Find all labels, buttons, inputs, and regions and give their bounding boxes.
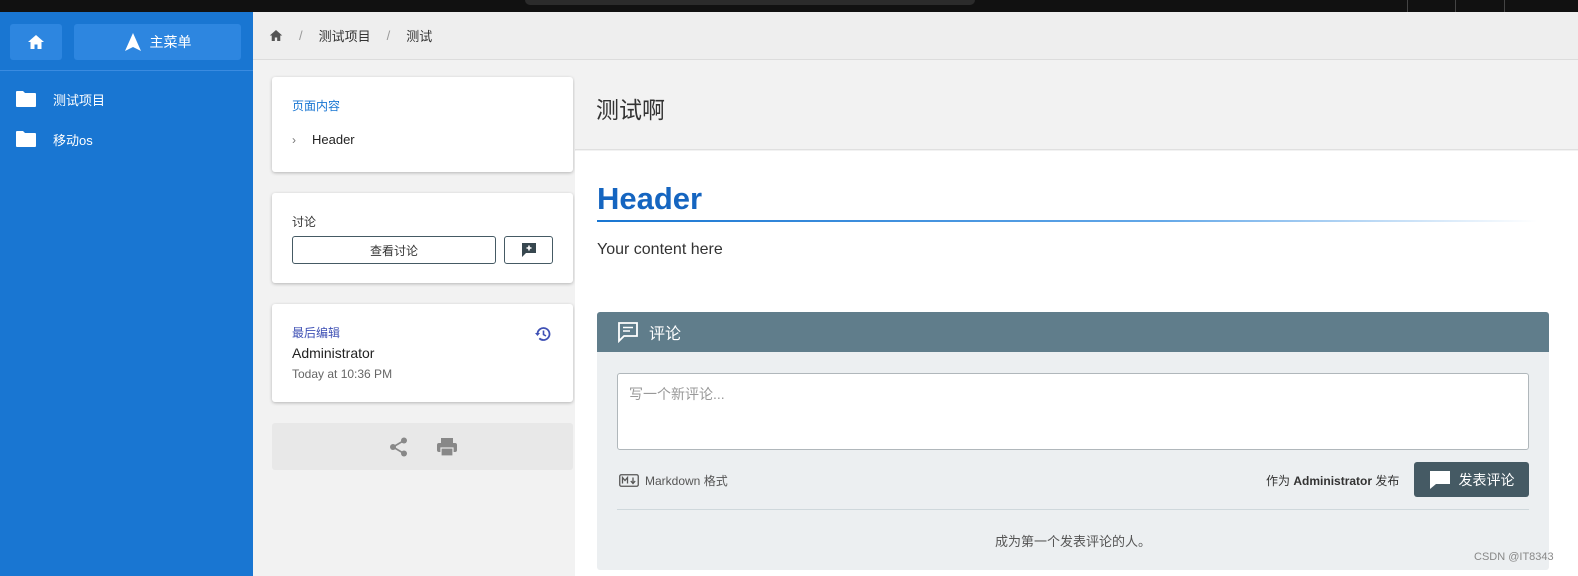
new-comment-button[interactable] xyxy=(504,236,553,264)
comment-icon xyxy=(618,322,638,343)
post-as-prefix: 作为 xyxy=(1266,474,1291,488)
breadcrumb: / 测试项目 / 测试 xyxy=(253,12,1578,60)
folder-icon xyxy=(16,131,36,147)
home-button[interactable] xyxy=(10,24,62,60)
discussion-label: 讨论 xyxy=(292,215,317,229)
sidebar: 主菜单 测试项目 移动os xyxy=(0,12,253,576)
no-comments-text: 成为第一个发表评论的人。 xyxy=(994,534,1151,549)
main-menu-button[interactable]: 主菜单 xyxy=(74,24,241,60)
content-paragraph: Your content here xyxy=(597,241,723,258)
top-separator xyxy=(1455,0,1456,12)
top-separator xyxy=(1504,0,1505,12)
breadcrumb-separator: / xyxy=(299,28,303,43)
page-title: 测试啊 xyxy=(596,97,665,123)
view-discussion-label: 查看讨论 xyxy=(369,243,418,258)
comment-icon xyxy=(1429,470,1450,489)
toc-title: 页面内容 xyxy=(292,99,341,113)
comments-header: 评论 xyxy=(597,312,1549,352)
page-title-area: 测试啊 xyxy=(575,60,1578,150)
content-heading: Header xyxy=(597,181,703,216)
sidebar-top-actions: 主菜单 xyxy=(0,12,253,71)
discussion-card: 讨论 查看讨论 xyxy=(272,193,573,283)
comments-title: 评论 xyxy=(649,326,682,343)
chevron-right-icon: › xyxy=(292,132,296,147)
print-icon[interactable] xyxy=(436,437,458,457)
top-notch xyxy=(525,0,975,5)
share-icon[interactable] xyxy=(388,436,410,458)
new-comment-input[interactable]: 写一个新评论... xyxy=(617,373,1529,450)
sidebar-item-mobile-os[interactable]: 移动os xyxy=(0,119,253,159)
comment-placeholder: 写一个新评论... xyxy=(629,386,725,402)
sidebar-item-test-project[interactable]: 测试项目 xyxy=(0,79,253,119)
markdown-icon xyxy=(619,474,639,487)
top-separator xyxy=(1407,0,1408,12)
window-top-bar xyxy=(0,0,1578,12)
last-edit-user: Administrator xyxy=(292,345,375,361)
comments-divider xyxy=(617,509,1529,510)
post-as-text: 作为 Administrator 发布 xyxy=(1266,472,1399,489)
toc-item[interactable]: › Header xyxy=(292,132,355,147)
history-icon[interactable] xyxy=(534,325,552,343)
navigation-arrow-icon xyxy=(124,33,141,51)
breadcrumb-separator: / xyxy=(386,28,391,43)
markdown-hint: Markdown 格式 xyxy=(619,472,728,489)
page-content: Header Your content here 评论 写一个新评论... Ma… xyxy=(575,151,1578,576)
toc-card: 页面内容 › Header xyxy=(272,77,573,172)
post-as-suffix: 发布 xyxy=(1375,474,1400,488)
comment-plus-icon xyxy=(521,243,536,257)
watermark: CSDN @IT8343 xyxy=(1474,551,1554,563)
breadcrumb-item[interactable]: 测试项目 xyxy=(319,26,371,45)
post-comment-label: 发表评论 xyxy=(1458,471,1515,488)
folder-icon xyxy=(16,91,36,107)
home-icon[interactable] xyxy=(269,29,283,42)
sidebar-item-label: 移动os xyxy=(53,132,93,148)
post-as-user: Administrator xyxy=(1293,474,1373,488)
page-actions-bar xyxy=(272,423,573,470)
comments-section: 评论 写一个新评论... Markdown 格式 作为 Administrato… xyxy=(597,312,1549,570)
sidebar-item-label: 测试项目 xyxy=(53,92,106,108)
markdown-label: Markdown 格式 xyxy=(645,474,728,488)
main-menu-label: 主菜单 xyxy=(149,34,192,50)
heading-underline xyxy=(597,220,1537,222)
post-comment-button[interactable]: 发表评论 xyxy=(1414,462,1529,497)
home-icon xyxy=(28,35,44,49)
breadcrumb-item[interactable]: 测试 xyxy=(406,26,432,45)
last-edit-label: 最后编辑 xyxy=(292,326,341,340)
last-edit-card: 最后编辑 Administrator Today at 10:36 PM xyxy=(272,304,573,402)
toc-item-label: Header xyxy=(312,132,355,147)
last-edit-time: Today at 10:36 PM xyxy=(292,367,393,381)
view-discussion-button[interactable]: 查看讨论 xyxy=(292,236,496,264)
